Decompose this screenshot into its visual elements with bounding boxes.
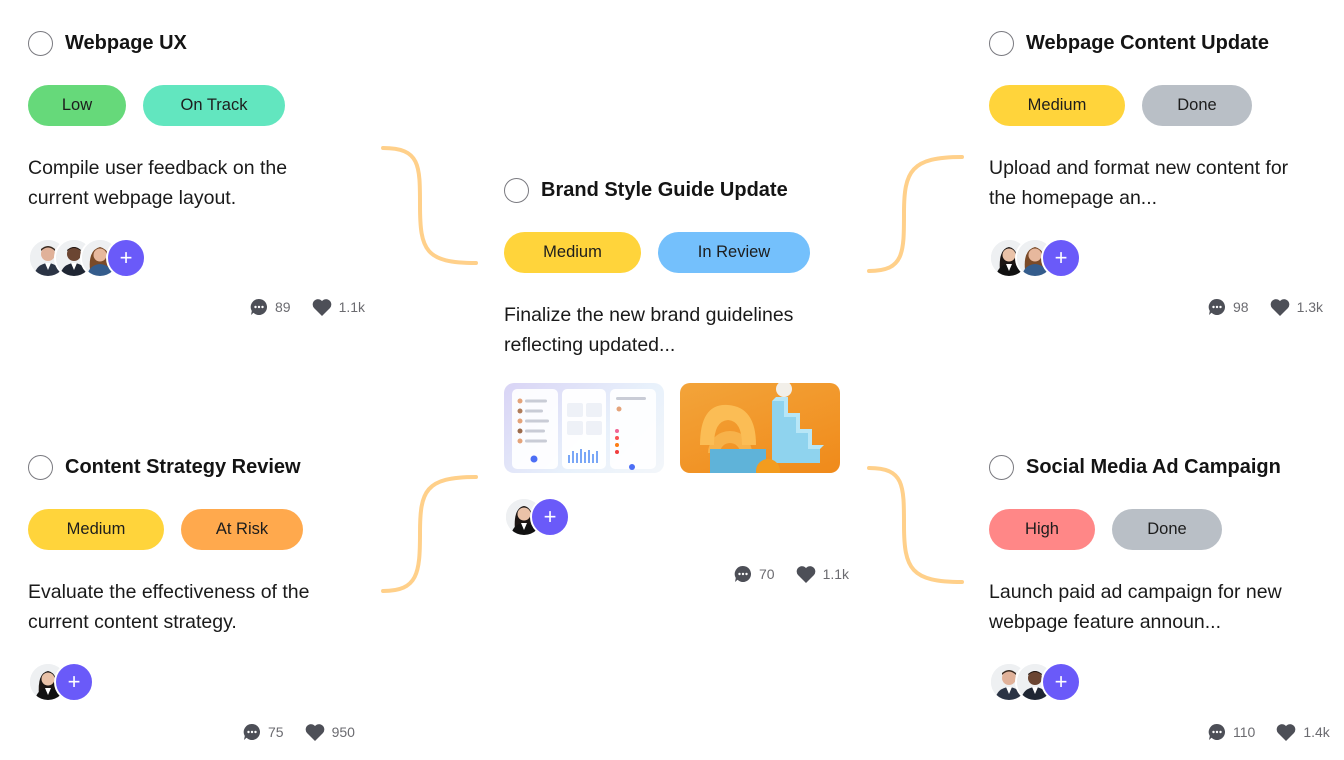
connector-bottom-left (381, 475, 478, 593)
priority-tag[interactable]: Medium (28, 509, 164, 550)
priority-tag[interactable]: Low (28, 85, 126, 126)
heart-icon (1277, 724, 1296, 741)
add-assignee-button[interactable]: + (1041, 662, 1081, 702)
assignees: + (989, 238, 1329, 278)
task-title: Content Strategy Review (65, 455, 301, 478)
like-count: 1.4k (1303, 724, 1330, 740)
heart-icon (305, 724, 324, 741)
task-title: Webpage Content Update (1026, 31, 1269, 54)
task-card-social-media-ad-campaign[interactable]: Social Media Ad Campaign High Done Launc… (989, 451, 1329, 702)
add-assignee-button[interactable]: + (106, 238, 146, 278)
task-title: Webpage UX (65, 31, 187, 54)
priority-tag[interactable]: High (989, 509, 1095, 550)
task-description: Launch paid ad campaign for new webpage … (989, 581, 1282, 633)
priority-tag[interactable]: Medium (989, 85, 1125, 126)
connector-top-right (867, 155, 964, 273)
connector-bottom-right (867, 466, 964, 584)
like-count: 950 (331, 724, 355, 740)
task-card-brand-style-guide-update[interactable]: Brand Style Guide Update Medium In Revie… (504, 174, 854, 360)
task-stats: 110 1.4k (1207, 722, 1330, 742)
task-stats: 89 1.1k (249, 297, 365, 317)
add-assignee-button[interactable]: + (54, 662, 94, 702)
comment-icon (250, 298, 268, 315)
status-tag[interactable]: On Track (143, 85, 285, 126)
comment-icon (243, 723, 261, 740)
comment-count: 89 (275, 299, 291, 315)
comment-count: 75 (268, 724, 284, 740)
comment-count: 98 (1233, 299, 1249, 315)
task-description: Upload and format new content for the ho… (989, 157, 1289, 209)
task-description: Finalize the new brand guidelines reflec… (504, 304, 794, 356)
task-title: Brand Style Guide Update (541, 178, 788, 201)
assignees: + (504, 497, 570, 537)
heart-icon (312, 299, 331, 316)
status-tag[interactable]: Done (1142, 85, 1252, 126)
attachment-dashboard-image[interactable] (504, 383, 664, 473)
add-assignee-button[interactable]: + (1041, 238, 1081, 278)
task-checkbox[interactable] (28, 454, 53, 480)
like-count: 1.1k (822, 566, 850, 582)
comment-count: 110 (1233, 724, 1256, 740)
comment-icon (1208, 723, 1226, 740)
task-description: Evaluate the effectiveness of the curren… (28, 581, 310, 633)
status-tag[interactable]: At Risk (181, 509, 303, 550)
comment-icon (1208, 298, 1226, 315)
task-card-webpage-ux[interactable]: Webpage UX Low On Track Compile user fee… (28, 27, 368, 278)
heart-icon (1270, 299, 1289, 316)
task-stats: 98 1.3k (1207, 297, 1323, 317)
add-assignee-button[interactable]: + (530, 497, 570, 537)
like-count: 1.3k (1296, 299, 1324, 315)
assignees: + (28, 238, 368, 278)
task-description: Compile user feedback on the current web… (28, 157, 288, 209)
connector-top-left (381, 146, 478, 265)
heart-icon (796, 566, 815, 583)
comment-icon (734, 565, 752, 582)
task-stats: 75 950 (242, 722, 355, 742)
priority-tag[interactable]: Medium (504, 232, 641, 273)
task-card-content-strategy-review[interactable]: Content Strategy Review Medium At Risk E… (28, 451, 368, 702)
status-tag[interactable]: In Review (658, 232, 810, 273)
assignees: + (989, 662, 1329, 702)
like-count: 1.1k (338, 299, 366, 315)
task-checkbox[interactable] (989, 30, 1014, 56)
task-checkbox[interactable] (504, 177, 529, 203)
task-checkbox[interactable] (989, 454, 1014, 480)
task-card-webpage-content-update[interactable]: Webpage Content Update Medium Done Uploa… (989, 27, 1329, 278)
comment-count: 70 (759, 566, 775, 582)
status-tag[interactable]: Done (1112, 509, 1222, 550)
assignees: + (28, 662, 368, 702)
attachment-3d-shapes-image[interactable] (680, 383, 840, 473)
task-title: Social Media Ad Campaign (1026, 455, 1281, 478)
task-checkbox[interactable] (28, 30, 53, 56)
task-stats: 70 1.1k (733, 564, 849, 584)
